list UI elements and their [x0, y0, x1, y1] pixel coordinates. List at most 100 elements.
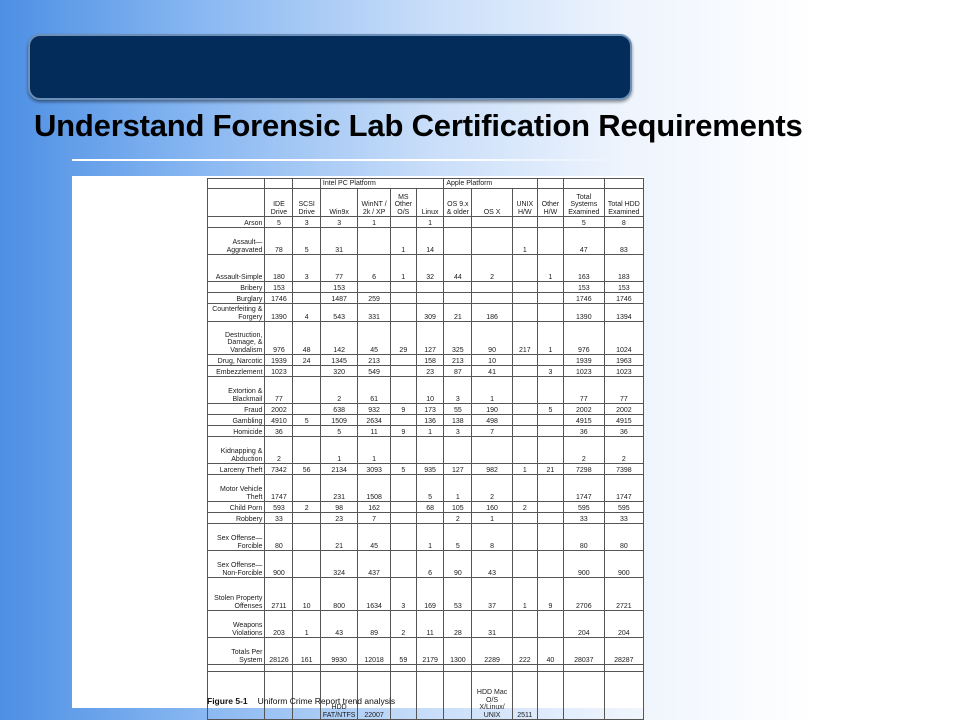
table-cell [292, 292, 321, 304]
table-cell: 549 [357, 365, 391, 377]
table-cell: 4915 [603, 414, 645, 426]
table-cell: 10 [292, 577, 321, 611]
table-cell [536, 436, 564, 464]
group-header-intel: Intel PC Platform [319, 178, 445, 189]
table-cell: 31 [319, 227, 359, 255]
table-cell [511, 254, 538, 282]
table-cell: 83 [603, 227, 645, 255]
table-cell [536, 474, 564, 502]
column-header: OS 9.x & older [443, 188, 473, 217]
table-row: Embezzlement 1023 320 549 23 87 41 3 1023 1023 [206, 365, 645, 377]
column-header: MS Other O/S [389, 188, 417, 217]
table-cell: 2711 [264, 577, 294, 611]
table-row: Sex Offense—Non-Forcible 900 324 437 6 90 43 90… [206, 550, 645, 578]
table-cell: 28 [443, 610, 473, 638]
table-cell: 3093 [357, 463, 391, 475]
group-header-empty [603, 178, 645, 189]
table-cell: 3 [319, 216, 359, 228]
table-cell: 2 [471, 474, 513, 502]
table-cell: 163 [562, 254, 605, 282]
table-cell [389, 303, 417, 322]
table-cell: 1023 [264, 365, 294, 377]
table-cell: 127 [443, 463, 473, 475]
table-cell: 68 [415, 501, 445, 513]
table-cell: 1939 [264, 354, 294, 366]
table-row: Drug, Narcotic 1939 24 1345 213 158 213 10 1939 1… [206, 354, 645, 366]
row-category: Sex Offense—Non-Forcible [206, 550, 266, 578]
table-cell: 800 [319, 577, 359, 611]
table-cell: 48 [292, 321, 321, 355]
table-cell [536, 376, 564, 404]
row-category: Sex Offense—Forcible [206, 523, 266, 551]
table-cell [389, 414, 417, 426]
table-cell: 5 [562, 216, 605, 228]
column-header: UNIX H/W [511, 188, 538, 217]
table-cell [292, 365, 321, 377]
row-category: Bribery [206, 281, 266, 293]
table-cell [389, 550, 417, 578]
table-cell [511, 512, 538, 524]
table-cell [415, 281, 445, 293]
table-cell: 29 [389, 321, 417, 355]
slide-title: Understand Forensic Lab Certification Re… [34, 108, 803, 143]
table-cell: 900 [264, 550, 294, 578]
row-category: Stolen Property Offenses [206, 577, 266, 611]
table-cell: 162 [357, 501, 391, 513]
table-cell: 8 [471, 523, 513, 551]
table-cell [471, 227, 513, 255]
table-cell [443, 227, 473, 255]
table-cell [292, 474, 321, 502]
table-cell: 186 [471, 303, 513, 322]
table-cell: 5 [292, 414, 321, 426]
table-cell: 1 [415, 216, 445, 228]
table-cell: 153 [264, 281, 294, 293]
table-cell: 320 [319, 365, 359, 377]
empty-cell [536, 671, 564, 720]
figure-panel: Intel PC Platform Apple Platform IDE Dri… [72, 176, 645, 720]
table-cell [536, 303, 564, 322]
table-cell: 61 [357, 376, 391, 404]
table-cell: 8 [603, 216, 645, 228]
empty-cell [319, 664, 359, 672]
table-cell [389, 512, 417, 524]
column-header: Total HDD Examined [603, 188, 645, 217]
table-cell: 105 [443, 501, 473, 513]
empty-cell [511, 664, 538, 672]
table-cell [536, 610, 564, 638]
table-cell: 231 [319, 474, 359, 502]
table-cell [389, 365, 417, 377]
header-banner [28, 34, 632, 100]
table-cell [389, 376, 417, 404]
row-category: Totals Per System [206, 637, 266, 665]
table-cell: 3 [443, 425, 473, 437]
table-cell: 2 [292, 501, 321, 513]
row-category: Extortion & Blackmail [206, 376, 266, 404]
table-cell: 98 [319, 501, 359, 513]
table-cell: 1 [415, 425, 445, 437]
table-cell [292, 403, 321, 415]
table-cell: 21 [443, 303, 473, 322]
table-cell: 1746 [603, 292, 645, 304]
table-cell: 80 [603, 523, 645, 551]
table-cell: 935 [415, 463, 445, 475]
table-cell: 325 [443, 321, 473, 355]
table-cell: 173 [415, 403, 445, 415]
row-category: Embezzlement [206, 365, 266, 377]
table-cell: 33 [264, 512, 294, 524]
table-cell: 1747 [264, 474, 294, 502]
table-cell [471, 436, 513, 464]
table-cell [536, 414, 564, 426]
table-cell: 5 [415, 474, 445, 502]
table-cell: 7398 [603, 463, 645, 475]
table-cell: 77 [562, 376, 605, 404]
table-cell: 2002 [603, 403, 645, 415]
table-cell: 183 [603, 254, 645, 282]
table-cell: 41 [471, 365, 513, 377]
row-category: Burglary [206, 292, 266, 304]
table-cell: 2289 [471, 637, 513, 665]
table-cell: 5 [292, 227, 321, 255]
table-row: Stolen Property Offenses 2711 10 800 1634 3 16… [206, 577, 645, 611]
table-cell: 5 [443, 523, 473, 551]
table-row: Gambling 4910 5 1509 2634 136 138 498 4915 4915 [206, 414, 645, 426]
empty-cell [562, 671, 605, 720]
